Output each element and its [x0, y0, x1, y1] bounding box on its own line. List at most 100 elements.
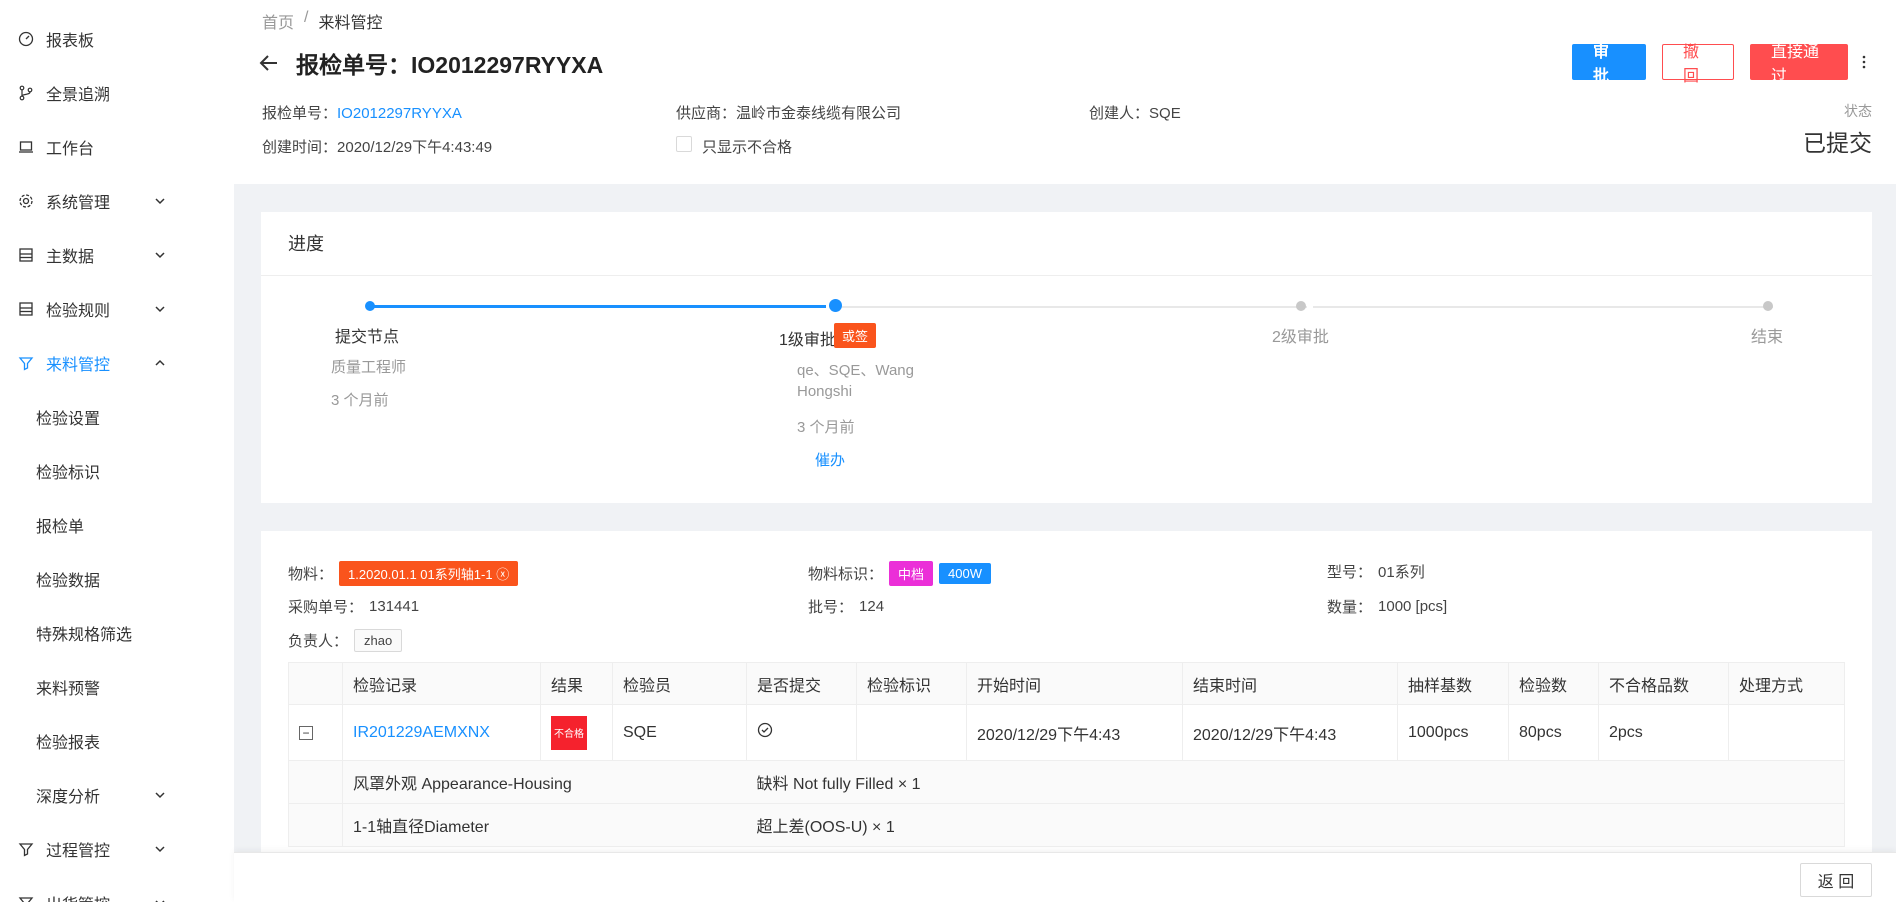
- defect-row: 1-1轴直径Diameter 超上差(OOS-U) × 1: [288, 803, 1845, 847]
- fail-badge: 不合格: [551, 715, 587, 750]
- sidebar-item-incoming-alert[interactable]: 来料预警: [0, 660, 234, 714]
- sidebar-item-label: 来料管控: [46, 357, 111, 374]
- start-time-cell: 2020/12/29下午4:43: [966, 704, 1183, 761]
- step-dot: [1763, 301, 1773, 311]
- progress-line-pending: [842, 306, 1307, 308]
- sidebar-item-label: 特殊规格筛选: [36, 627, 133, 644]
- defect-desc: 缺料 Not fully Filled × 1: [746, 760, 1845, 804]
- supplier-field: 供应商：温岭市金泰线缆有限公司: [676, 102, 901, 123]
- qty-label: 数量：: [1327, 599, 1373, 616]
- column-header: 是否提交: [746, 662, 857, 705]
- sidebar-item-label: 报检单: [36, 519, 85, 536]
- sidebar-item-inspection-rules[interactable]: 检验规则: [0, 282, 234, 336]
- sidebar-item-label: 出货管控: [46, 891, 110, 902]
- submitted-cell: [746, 704, 857, 761]
- creator-label: 创建人：: [1089, 105, 1150, 122]
- sidebar-item-inspection-data[interactable]: 检验数据: [0, 552, 234, 606]
- step-label: 1级审批: [779, 332, 836, 349]
- creator-field: 创建人：SQE: [1089, 102, 1181, 123]
- sidebar-item-label: 检验设置: [36, 411, 101, 428]
- material-field: 物料： 1.2020.01.1 01系列轴1-1 ⓧ: [288, 561, 519, 586]
- table-row: − IR201229AEMXNX 不合格 SQE 2020/12/29下午4:4…: [288, 704, 1845, 761]
- sidebar-item-deep-analysis[interactable]: 深度分析: [0, 768, 234, 822]
- order-no-link[interactable]: IO2012297RYYXA: [337, 105, 462, 122]
- owner-field: 负责人： zhao: [288, 629, 403, 652]
- column-header: 抽样基数: [1397, 662, 1509, 705]
- sidebar-item-shipping[interactable]: 出货管控: [0, 876, 234, 902]
- material-tag: 1.2020.01.1 01系列轴1-1 ⓧ: [339, 561, 519, 586]
- laptop-icon: [18, 139, 34, 155]
- handling-cell: [1728, 704, 1845, 761]
- breadcrumb-separator: /: [304, 9, 309, 26]
- sidebar-item-inspection-orders[interactable]: 报检单: [0, 498, 234, 552]
- step-dot: [1296, 301, 1306, 311]
- sidebar-item-inspection-report[interactable]: 检验报表: [0, 714, 234, 768]
- fail-count-cell: 2pcs: [1598, 704, 1729, 761]
- sidebar-item-label: 检验报表: [36, 735, 101, 752]
- arrow-left-icon[interactable]: [258, 52, 280, 74]
- qty-value: 1000 [pcs]: [1378, 598, 1448, 615]
- footer-bar: 返 回: [234, 852, 1896, 902]
- sidebar-item-system[interactable]: 系统管理: [0, 174, 234, 228]
- po-value: 131441: [369, 598, 420, 615]
- approve-button[interactable]: 审 批: [1572, 44, 1646, 85]
- sidebar-item-label: 检验数据: [36, 573, 101, 590]
- sidebar-item-label: 检验标识: [36, 465, 101, 482]
- revoke-button[interactable]: 撤 回: [1662, 44, 1734, 85]
- defect-row: 风罩外观 Appearance-Housing 缺料 Not fully Fil…: [288, 760, 1845, 804]
- sidebar-item-label: 过程管控: [46, 843, 111, 860]
- sidebar-item-label: 系统管理: [46, 195, 111, 212]
- material-value: 1.2020.01.1 01系列轴1-1: [348, 567, 493, 582]
- indent-cell: [288, 760, 343, 804]
- table-header-row: 检验记录 结果 检验员 是否提交 检验标识 开始时间 结束时间 抽样基数 检验数…: [288, 662, 1845, 705]
- inspect-count-cell: 80pcs: [1508, 704, 1599, 761]
- chevron-down-icon: [155, 252, 165, 259]
- sidebar-item-dashboard[interactable]: 报表板: [0, 12, 234, 66]
- close-circle-icon[interactable]: ⓧ: [496, 567, 509, 582]
- supplier-label: 供应商：: [676, 105, 737, 122]
- sidebar-item-workbench[interactable]: 工作台: [0, 120, 234, 174]
- sidebar-item-inspection-settings[interactable]: 检验设置: [0, 390, 234, 444]
- only-fail-checkbox[interactable]: [676, 136, 692, 152]
- created-time-value: 2020/12/29下午4:43:49: [337, 139, 493, 156]
- sidebar-item-label: 检验规则: [46, 303, 111, 320]
- filter-icon: [18, 355, 34, 371]
- only-fail-label[interactable]: 只显示不合格: [702, 136, 792, 157]
- page-header: 首页 / 来料管控 报检单号：IO2012297RYYXA 审 批 撤 回 直接…: [234, 0, 1896, 184]
- end-time-cell: 2020/12/29下午4:43: [1182, 704, 1398, 761]
- collapse-icon[interactable]: −: [299, 725, 313, 740]
- sidebar: 报表板 全景追溯 工作台 系统管理 主数据 检验规则 来料管控 检验设置 检验标…: [0, 0, 234, 902]
- material-mark-field: 物料标识： 中档 400W: [808, 561, 991, 586]
- countersign-badge: 或签: [834, 323, 877, 348]
- inspector-cell: SQE: [612, 704, 747, 761]
- more-vertical-icon[interactable]: [1856, 54, 1872, 70]
- back-button[interactable]: 返 回: [1800, 863, 1872, 897]
- column-header: 检验员: [612, 662, 747, 705]
- sidebar-item-special-spec[interactable]: 特殊规格筛选: [0, 606, 234, 660]
- sidebar-item-incoming[interactable]: 来料管控: [0, 336, 234, 390]
- sample-base-cell: 1000pcs: [1397, 704, 1509, 761]
- mark-tag: 400W: [939, 563, 991, 584]
- sidebar-item-master-data[interactable]: 主数据: [0, 228, 234, 282]
- database-icon: [18, 301, 34, 317]
- urge-link[interactable]: 催办: [815, 449, 845, 470]
- page-title: 报检单号：IO2012297RYYXA: [296, 52, 604, 78]
- po-field: 采购单号： 131441: [288, 596, 419, 617]
- sidebar-item-process[interactable]: 过程管控: [0, 822, 234, 876]
- database-icon: [18, 247, 34, 263]
- column-header: 结果: [540, 662, 613, 705]
- record-link[interactable]: IR201229AEMXNX: [353, 724, 490, 741]
- branch-icon: [18, 85, 34, 101]
- breadcrumb-home[interactable]: 首页: [262, 9, 294, 33]
- sidebar-item-trace[interactable]: 全景追溯: [0, 66, 234, 120]
- column-header: 检验标识: [856, 662, 967, 705]
- step-people-cont: Hongshi: [797, 383, 853, 400]
- chevron-down-icon: [155, 306, 165, 313]
- chevron-down-icon: [155, 198, 165, 205]
- defect-desc: 超上差(OOS-U) × 1: [746, 803, 1845, 847]
- batch-value: 124: [859, 598, 885, 615]
- direct-pass-button[interactable]: 直接通过: [1750, 44, 1848, 85]
- chevron-down-icon: [155, 900, 165, 902]
- sidebar-item-inspection-marks[interactable]: 检验标识: [0, 444, 234, 498]
- owner-label: 负责人：: [288, 633, 349, 650]
